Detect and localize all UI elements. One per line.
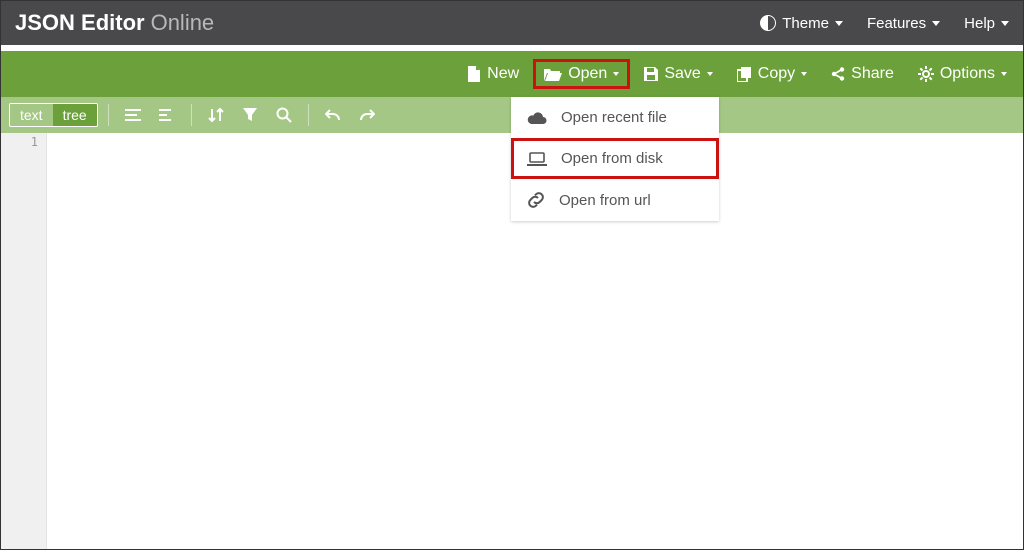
help-menu[interactable]: Help (964, 15, 1009, 32)
gear-icon (918, 66, 934, 82)
copy-icon (737, 67, 752, 82)
open-disk-item[interactable]: Open from disk (511, 138, 719, 179)
line-gutter: 1 (1, 133, 47, 549)
copy-button[interactable]: Copy (727, 59, 817, 89)
options-label: Options (940, 65, 995, 83)
chevron-down-icon (1001, 21, 1009, 26)
actionbar: New Open Save Copy Share Options (1, 51, 1023, 97)
line-number: 1 (1, 133, 46, 149)
open-button[interactable]: Open (533, 59, 630, 89)
compact-button[interactable] (153, 101, 181, 129)
open-recent-label: Open recent file (561, 109, 667, 126)
chevron-down-icon (932, 21, 940, 26)
open-url-item[interactable]: Open from url (511, 179, 719, 221)
open-disk-label: Open from disk (561, 150, 663, 167)
options-button[interactable]: Options (908, 59, 1017, 89)
features-label: Features (867, 15, 926, 32)
copy-label: Copy (758, 65, 795, 83)
topbar: JSON Editor Online Theme Features Help (1, 1, 1023, 45)
chevron-down-icon (613, 72, 619, 76)
mode-switch: text tree (9, 103, 98, 127)
brand-suffix: Online (151, 10, 215, 36)
theme-menu[interactable]: Theme (760, 15, 843, 32)
separator (108, 104, 109, 126)
share-label: Share (851, 65, 894, 83)
share-button[interactable]: Share (821, 59, 904, 89)
separator (308, 104, 309, 126)
brand: JSON Editor Online (15, 10, 214, 36)
theme-label: Theme (782, 15, 829, 32)
search-button[interactable] (270, 101, 298, 129)
link-icon (527, 191, 545, 209)
topbar-right: Theme Features Help (760, 15, 1009, 32)
save-button[interactable]: Save (634, 59, 722, 89)
sort-button[interactable] (202, 101, 230, 129)
new-button[interactable]: New (457, 59, 529, 89)
text-mode-button[interactable]: text (10, 104, 53, 126)
open-recent-item[interactable]: Open recent file (511, 97, 719, 138)
format-button[interactable] (119, 101, 147, 129)
new-label: New (487, 65, 519, 83)
save-label: Save (664, 65, 700, 83)
share-icon (831, 67, 845, 81)
help-label: Help (964, 15, 995, 32)
cloud-icon (527, 111, 547, 125)
save-icon (644, 67, 658, 81)
chevron-down-icon (835, 21, 843, 26)
chevron-down-icon (801, 72, 807, 76)
brand-name: JSON Editor (15, 10, 145, 36)
folder-open-icon (544, 67, 562, 81)
open-label: Open (568, 65, 607, 83)
chevron-down-icon (1001, 72, 1007, 76)
tree-mode-button[interactable]: tree (53, 104, 97, 126)
file-icon (467, 66, 481, 82)
open-dropdown: Open recent file Open from disk Open fro… (511, 97, 719, 221)
redo-button[interactable] (353, 101, 381, 129)
chevron-down-icon (707, 72, 713, 76)
filter-button[interactable] (236, 101, 264, 129)
undo-button[interactable] (319, 101, 347, 129)
separator (191, 104, 192, 126)
theme-icon (760, 15, 776, 31)
features-menu[interactable]: Features (867, 15, 940, 32)
open-url-label: Open from url (559, 192, 651, 209)
laptop-icon (527, 152, 547, 166)
editor-toolbar: text tree Open recent file Ope (1, 97, 1023, 133)
